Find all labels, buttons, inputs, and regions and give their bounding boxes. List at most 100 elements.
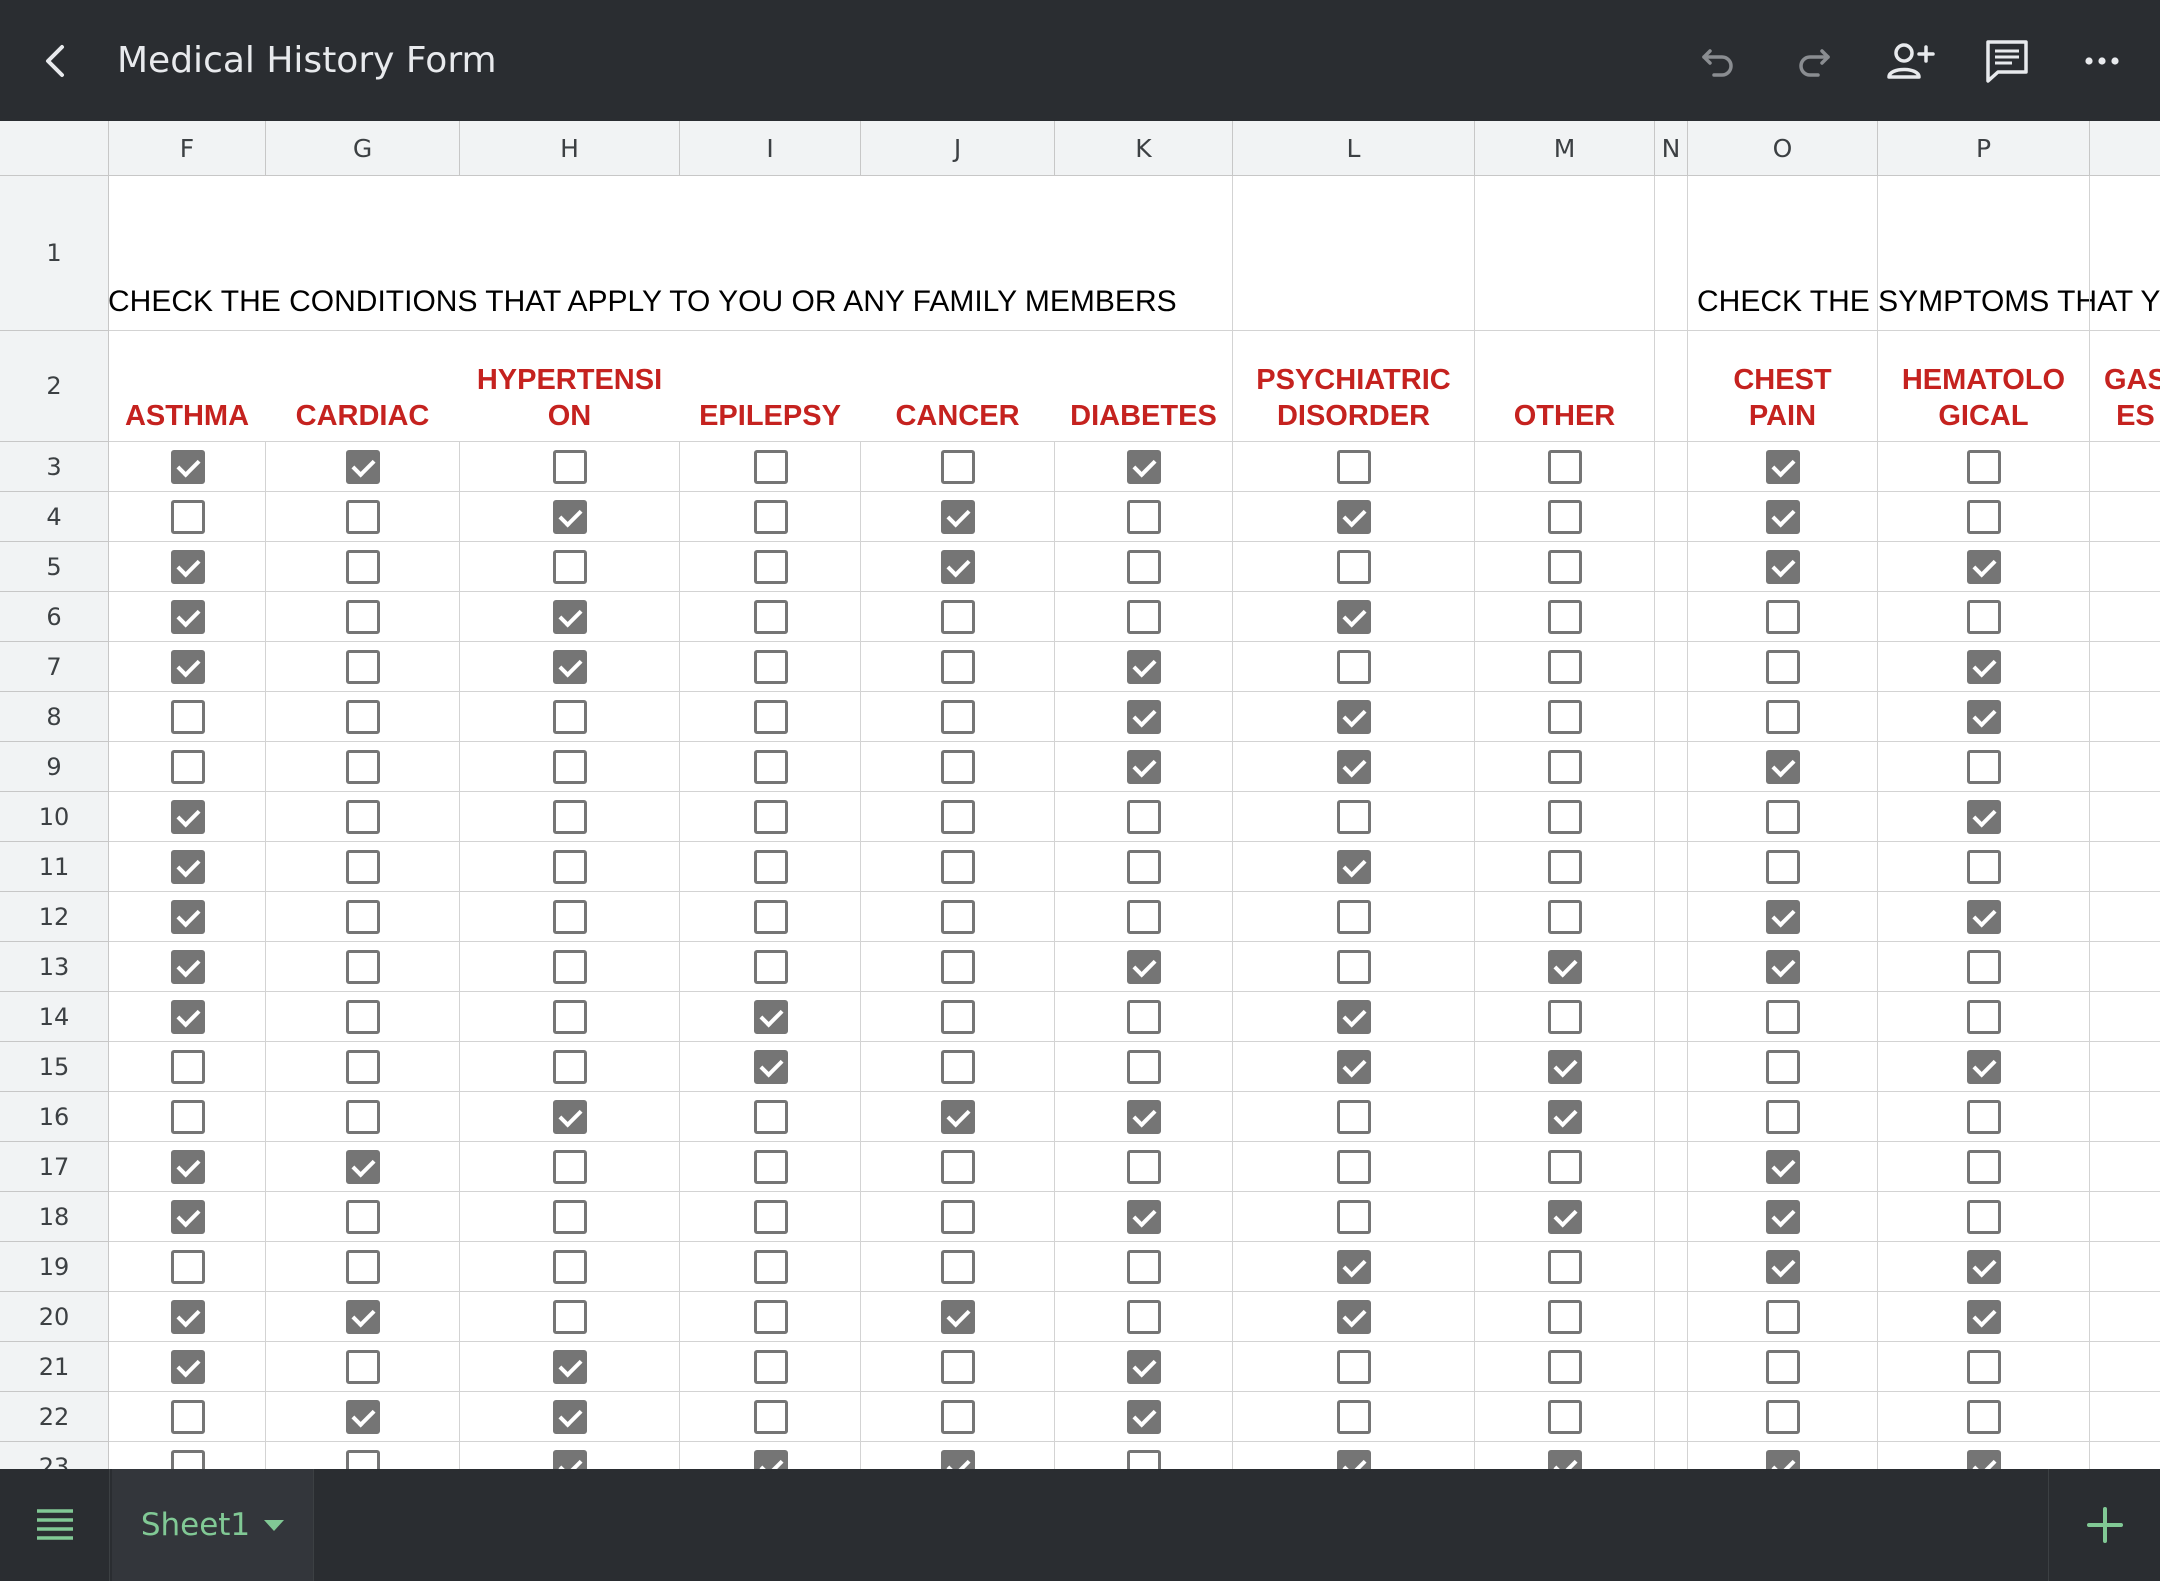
checkbox[interactable] (941, 1150, 975, 1184)
checkbox[interactable] (1766, 1100, 1800, 1134)
checkbox[interactable] (1337, 1300, 1371, 1334)
checkbox[interactable] (1127, 800, 1161, 834)
checkbox[interactable] (1337, 700, 1371, 734)
checkbox[interactable] (171, 500, 205, 534)
row-header[interactable]: 16 (0, 1092, 109, 1142)
column-header[interactable]: J (861, 121, 1055, 176)
checkbox[interactable] (553, 1000, 587, 1034)
checkbox[interactable] (754, 1450, 788, 1469)
comment-icon[interactable] (1974, 0, 2040, 121)
checkbox[interactable] (941, 600, 975, 634)
checkbox[interactable] (1127, 450, 1161, 484)
column-header[interactable]: M (1475, 121, 1655, 176)
checkbox[interactable] (171, 900, 205, 934)
checkbox[interactable] (171, 1150, 205, 1184)
checkbox[interactable] (1967, 600, 2001, 634)
column-header[interactable]: I (680, 121, 861, 176)
row-header[interactable]: 7 (0, 642, 109, 692)
column-title[interactable]: HEMATOLO GICAL (1878, 358, 2089, 438)
row-header[interactable]: 17 (0, 1142, 109, 1192)
column-header[interactable]: P (1878, 121, 2090, 176)
checkbox[interactable] (1967, 1050, 2001, 1084)
checkbox[interactable] (1967, 750, 2001, 784)
checkbox[interactable] (171, 700, 205, 734)
checkbox[interactable] (1127, 1200, 1161, 1234)
checkbox[interactable] (1548, 700, 1582, 734)
checkbox[interactable] (1127, 700, 1161, 734)
checkbox[interactable] (754, 1000, 788, 1034)
checkbox[interactable] (941, 1350, 975, 1384)
checkbox[interactable] (553, 600, 587, 634)
row-header[interactable]: 3 (0, 442, 109, 492)
checkbox[interactable] (754, 500, 788, 534)
checkbox[interactable] (1337, 1350, 1371, 1384)
checkbox[interactable] (171, 850, 205, 884)
checkbox[interactable] (1967, 900, 2001, 934)
checkbox[interactable] (754, 700, 788, 734)
add-sheet-icon[interactable] (2048, 1469, 2160, 1581)
checkbox[interactable] (1967, 1350, 2001, 1384)
checkbox[interactable] (346, 1350, 380, 1384)
checkbox[interactable] (941, 1250, 975, 1284)
symptoms-banner[interactable]: CHECK THE SYMPTOMS THAT Y (1697, 287, 2160, 317)
checkbox[interactable] (346, 1100, 380, 1134)
document-title[interactable]: Medical History Form (117, 0, 497, 121)
checkbox[interactable] (754, 1100, 788, 1134)
checkbox[interactable] (1548, 1150, 1582, 1184)
checkbox[interactable] (553, 1200, 587, 1234)
checkbox[interactable] (1127, 550, 1161, 584)
checkbox[interactable] (754, 950, 788, 984)
checkbox[interactable] (1548, 1200, 1582, 1234)
checkbox[interactable] (171, 1100, 205, 1134)
checkbox[interactable] (553, 1050, 587, 1084)
checkbox[interactable] (1967, 800, 2001, 834)
checkbox[interactable] (941, 1300, 975, 1334)
checkbox[interactable] (1967, 1200, 2001, 1234)
checkbox[interactable] (171, 1400, 205, 1434)
checkbox[interactable] (1548, 450, 1582, 484)
checkbox[interactable] (1967, 1300, 2001, 1334)
checkbox[interactable] (1127, 1400, 1161, 1434)
checkbox[interactable] (754, 1250, 788, 1284)
checkbox[interactable] (346, 1250, 380, 1284)
row-header[interactable]: 2 (0, 331, 109, 442)
undo-icon[interactable] (1686, 0, 1750, 121)
checkbox[interactable] (1967, 450, 2001, 484)
checkbox[interactable] (346, 950, 380, 984)
checkbox[interactable] (754, 1050, 788, 1084)
checkbox[interactable] (941, 1100, 975, 1134)
checkbox[interactable] (754, 1150, 788, 1184)
checkbox[interactable] (1127, 750, 1161, 784)
column-title[interactable]: CHEST PAIN (1688, 358, 1877, 438)
checkbox[interactable] (1766, 1400, 1800, 1434)
checkbox[interactable] (1766, 1350, 1800, 1384)
checkbox[interactable] (1967, 950, 2001, 984)
sheet-list-icon[interactable] (0, 1469, 110, 1581)
chevron-down-icon[interactable] (264, 1519, 285, 1531)
checkbox[interactable] (1337, 550, 1371, 584)
column-title[interactable]: HYPERTENSI ON (460, 358, 679, 438)
checkbox[interactable] (553, 1400, 587, 1434)
checkbox[interactable] (171, 1350, 205, 1384)
checkbox[interactable] (1337, 1050, 1371, 1084)
checkbox[interactable] (553, 650, 587, 684)
checkbox[interactable] (1548, 1000, 1582, 1034)
checkbox[interactable] (1766, 1050, 1800, 1084)
checkbox[interactable] (754, 650, 788, 684)
row-header[interactable]: 8 (0, 692, 109, 742)
column-title[interactable]: OTHER (1475, 358, 1654, 438)
checkbox[interactable] (346, 650, 380, 684)
row-header[interactable]: 11 (0, 842, 109, 892)
checkbox[interactable] (941, 1050, 975, 1084)
checkbox[interactable] (941, 950, 975, 984)
checkbox[interactable] (1127, 950, 1161, 984)
checkbox[interactable] (1548, 900, 1582, 934)
more-horizontal-icon[interactable] (2070, 0, 2134, 121)
checkbox[interactable] (1967, 1000, 2001, 1034)
checkbox[interactable] (553, 850, 587, 884)
checkbox[interactable] (346, 500, 380, 534)
checkbox[interactable] (1766, 1300, 1800, 1334)
row-header[interactable]: 22 (0, 1392, 109, 1442)
checkbox[interactable] (754, 1200, 788, 1234)
checkbox[interactable] (1967, 700, 2001, 734)
